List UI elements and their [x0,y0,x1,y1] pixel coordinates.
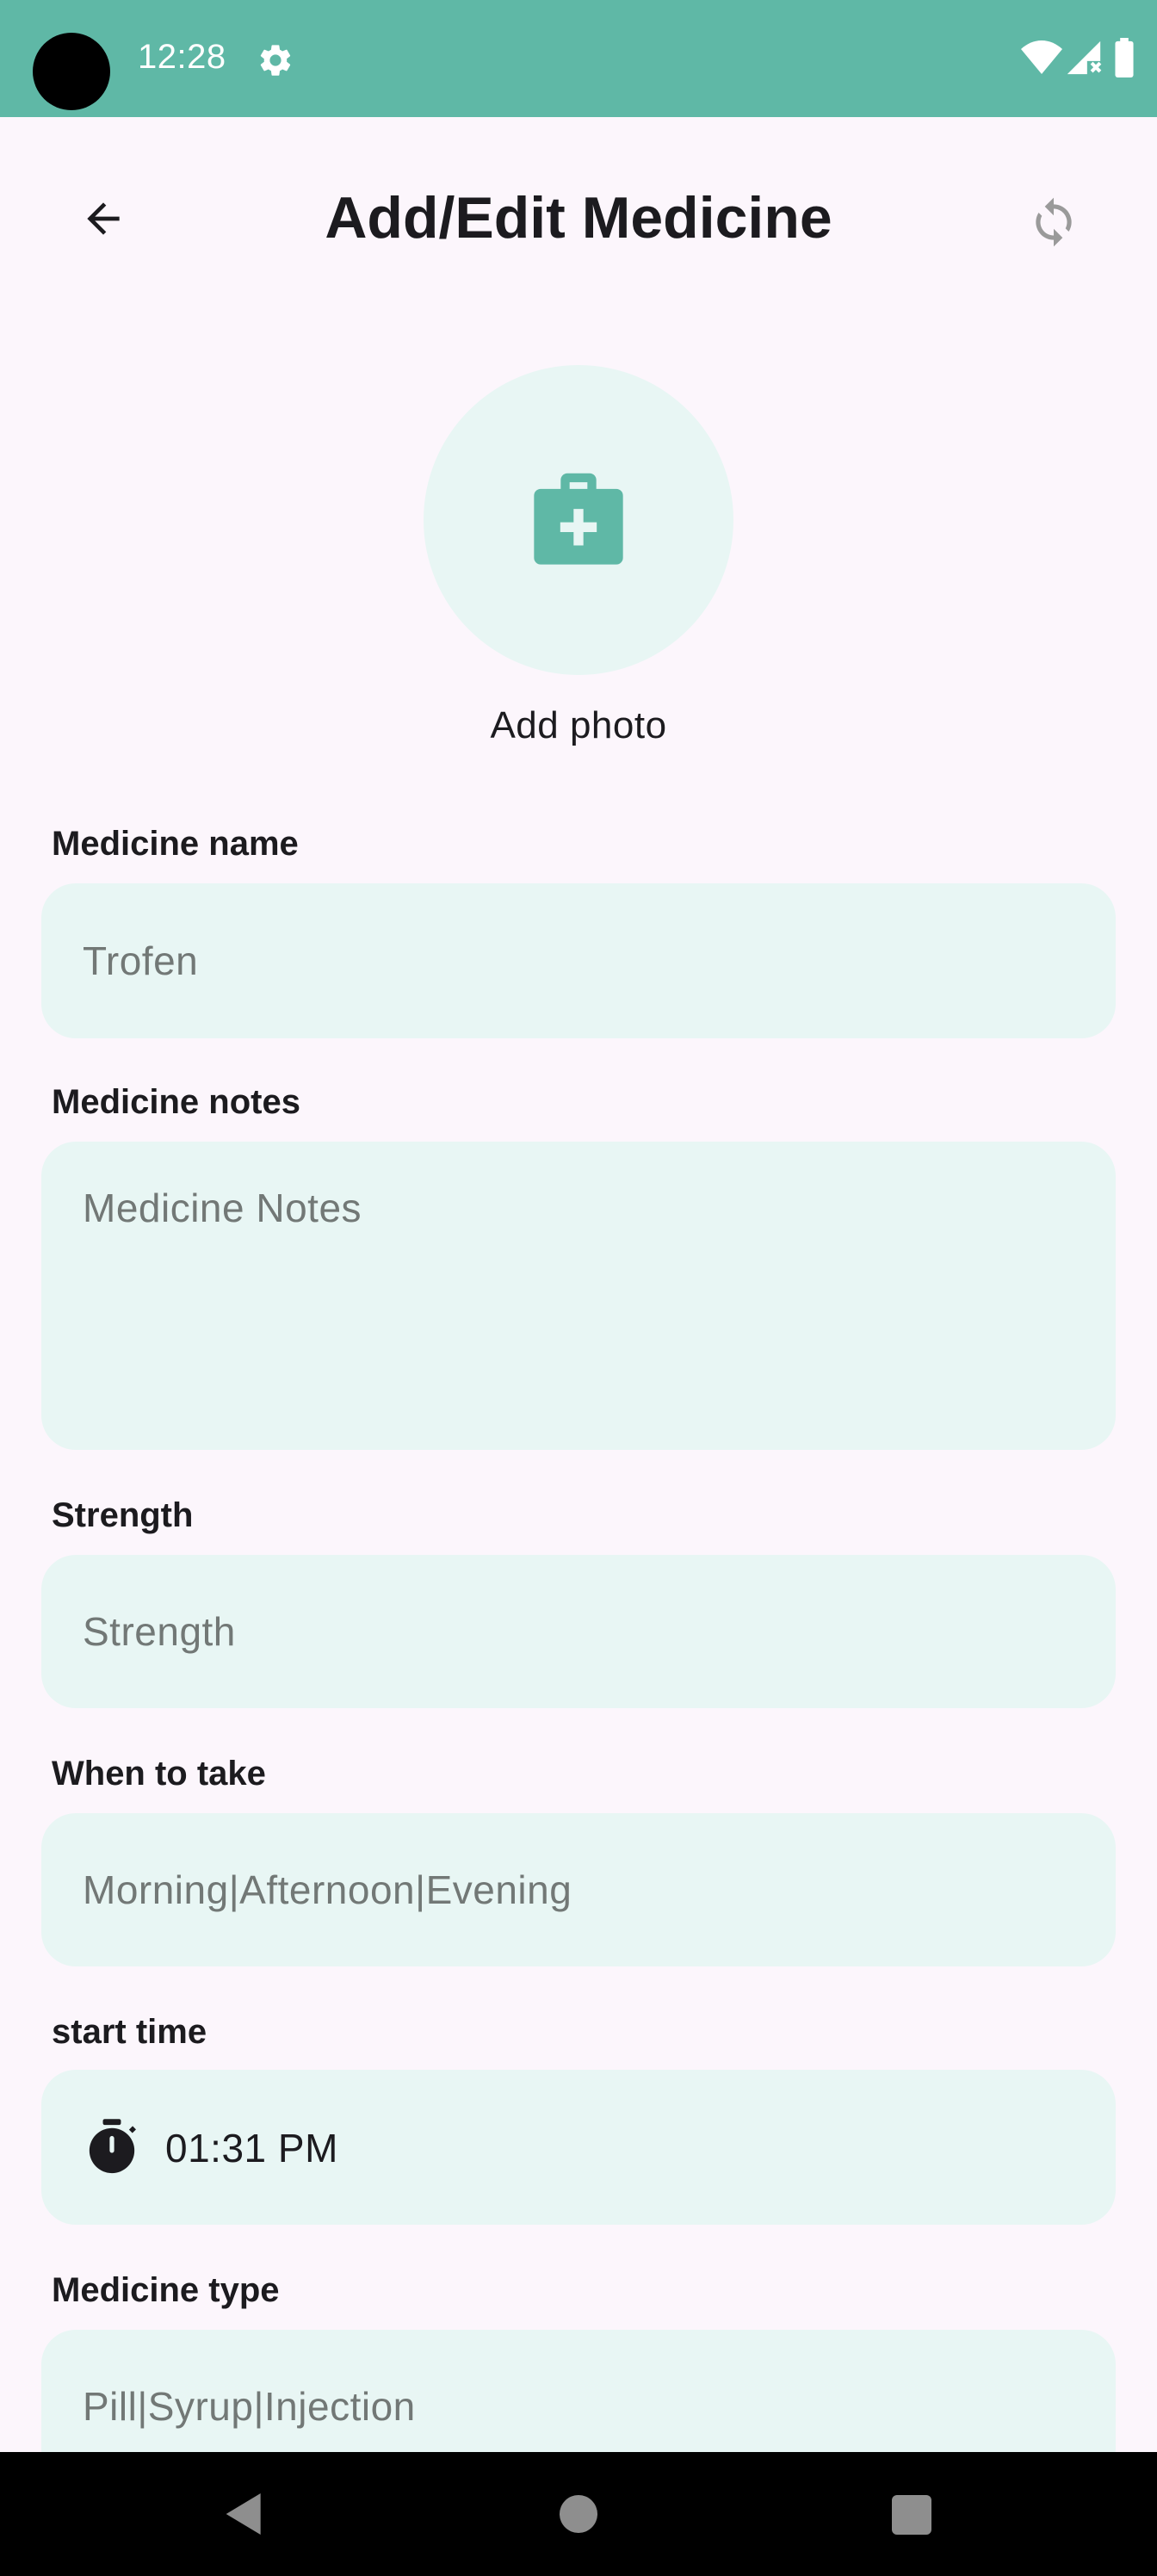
start-time-value: 01:31 PM [165,2126,338,2170]
page-title: Add/Edit Medicine [325,185,832,251]
when-to-take-input[interactable] [41,1813,1116,1966]
start-time-label: start time [52,2013,207,2051]
medicine-name-input[interactable] [41,883,1116,1038]
app-bar: Add/Edit Medicine [0,117,1157,324]
medical-kit-icon [534,473,623,565]
nav-home-icon[interactable] [560,2495,597,2533]
settings-icon [260,45,291,76]
add-photo-label: Add photo [490,704,667,746]
wifi-icon [1021,40,1062,74]
medicine-name-label: Medicine name [52,825,299,863]
strength-label: Strength [52,1496,194,1534]
battery-icon [1115,38,1134,77]
medicine-type-label: Medicine type [52,2271,280,2309]
medicine-notes-label: Medicine notes [52,1083,300,1121]
nav-recents-icon[interactable] [892,2495,931,2535]
strength-input[interactable] [41,1555,1116,1708]
add-photo-button[interactable] [424,365,733,675]
refresh-button[interactable] [1012,181,1095,263]
when-to-take-label: When to take [52,1755,266,1793]
medicine-notes-input[interactable] [41,1142,1116,1450]
refresh-icon [1036,197,1072,247]
start-time-picker[interactable]: 01:31 PM [41,2070,1116,2225]
status-bar: 12:28 [0,0,1157,117]
system-nav-bar [0,2452,1157,2576]
status-clock: 12:28 [138,38,226,76]
signal-icon [1067,40,1102,75]
timer-icon [89,2119,136,2174]
nav-back-icon[interactable] [217,2486,272,2542]
camera-cutout [33,33,110,110]
